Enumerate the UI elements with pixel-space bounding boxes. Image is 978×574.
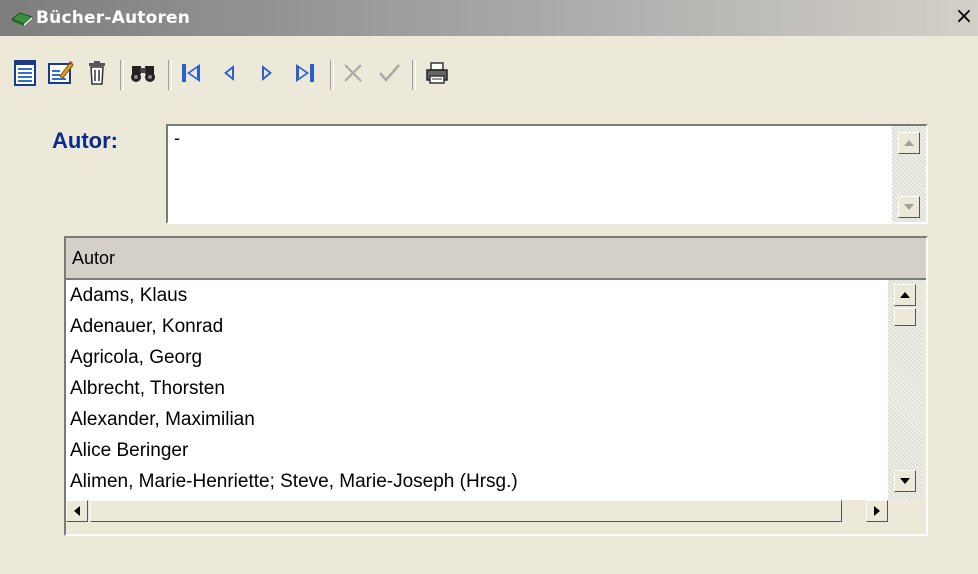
scroll-up-button[interactable] (894, 284, 916, 306)
scroll-down-button[interactable] (898, 196, 920, 218)
table-row[interactable]: Adams, Klaus (66, 280, 888, 311)
scroll-right-button[interactable] (866, 500, 888, 522)
arrow-left-icon (74, 506, 80, 516)
search-button[interactable] (130, 58, 156, 88)
autor-value[interactable]: - (174, 128, 180, 149)
grid-vertical-scrollbar[interactable] (888, 280, 922, 500)
last-record-icon (296, 64, 314, 82)
toolbar-separator (120, 60, 124, 90)
close-icon[interactable]: × (954, 6, 974, 28)
previous-record-icon (224, 65, 234, 81)
arrow-up-icon (900, 292, 910, 298)
edit-icon (48, 61, 74, 84)
trash-icon (89, 61, 105, 85)
delete-button[interactable] (84, 58, 110, 88)
column-header-autor[interactable]: Autor (66, 238, 926, 280)
table-row[interactable]: Adenauer, Konrad (66, 311, 888, 342)
binoculars-icon (131, 66, 155, 82)
cancel-button[interactable] (340, 58, 366, 88)
authors-list[interactable]: Adams, Klaus Adenauer, Konrad Agricola, … (66, 280, 888, 500)
arrow-down-icon (900, 478, 910, 484)
table-row[interactable]: Agricola, Georg (66, 342, 888, 373)
list-view-button[interactable] (12, 58, 38, 88)
autor-textarea[interactable]: - (166, 124, 928, 224)
column-header-label: Autor (72, 248, 116, 268)
arrow-right-icon (874, 506, 880, 516)
scroll-thumb[interactable] (90, 500, 842, 522)
confirm-icon (379, 64, 400, 82)
book-icon (11, 12, 33, 26)
list-view-icon (14, 60, 36, 86)
toolbar-separator (168, 60, 172, 90)
arrow-up-icon (904, 140, 914, 146)
table-row[interactable]: Alexander, Maximilian (66, 404, 888, 435)
authors-grid[interactable]: Autor Adams, Klaus Adenauer, Konrad Agri… (64, 236, 928, 536)
last-record-button[interactable] (292, 58, 318, 88)
edit-button[interactable] (48, 58, 74, 88)
arrow-down-icon (904, 204, 914, 210)
next-record-button[interactable] (254, 58, 280, 88)
autor-label: Autor: (52, 128, 118, 153)
cancel-icon (344, 64, 362, 82)
confirm-button[interactable] (376, 58, 402, 88)
print-button[interactable] (424, 58, 450, 88)
grid-horizontal-scrollbar[interactable] (66, 500, 888, 522)
table-row[interactable]: Alimen, Marie-Henriette; Steve, Marie-Jo… (66, 466, 888, 497)
autor-scrollbar[interactable] (892, 126, 926, 222)
toolbar-separator (412, 60, 416, 90)
books-authors-window: Bücher-Autoren × Autor: - Autor Adams, K… (0, 0, 978, 574)
window-title: Bücher-Autoren (36, 8, 191, 28)
scroll-left-button[interactable] (66, 500, 88, 522)
scroll-down-button[interactable] (894, 470, 916, 492)
table-row[interactable]: Alice Beringer (66, 435, 888, 466)
first-record-icon (182, 64, 200, 82)
table-row[interactable]: Albrecht, Thorsten (66, 373, 888, 404)
title-bar[interactable]: Bücher-Autoren × (0, 0, 978, 36)
scroll-thumb[interactable] (894, 308, 916, 326)
previous-record-button[interactable] (216, 58, 242, 88)
print-icon (426, 62, 448, 84)
first-record-button[interactable] (178, 58, 204, 88)
scroll-up-button[interactable] (898, 132, 920, 154)
toolbar (8, 44, 968, 106)
toolbar-separator (330, 60, 334, 90)
next-record-icon (262, 65, 272, 81)
